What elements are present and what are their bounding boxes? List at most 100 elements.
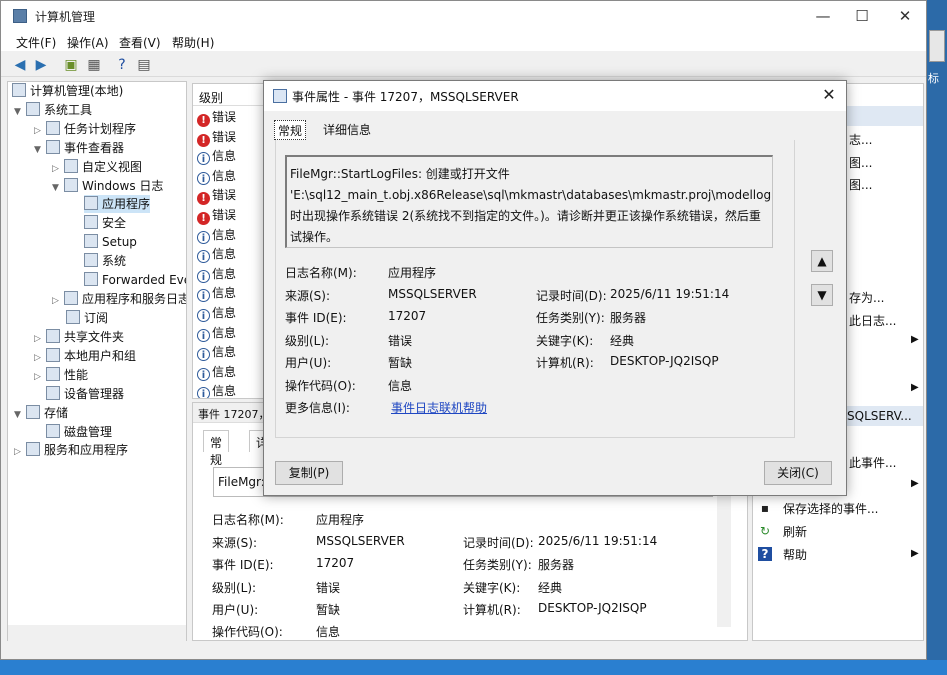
back-arrow-icon[interactable]: ◀ [11, 56, 29, 74]
next-event-button[interactable]: ▼ [811, 284, 833, 306]
action-clear-log[interactable]: 此日志... [849, 312, 896, 329]
console-tree-icon[interactable]: ▦ [85, 56, 103, 74]
event-message-text[interactable]: FileMgr::StartLogFiles: 创建或打开文件 'E:\sql1… [285, 155, 773, 248]
tree-storage[interactable]: ▼ 存储 [14, 404, 68, 422]
action-event-props[interactable]: 此事件... [849, 454, 896, 471]
action-item-3[interactable]: 图... [849, 176, 872, 193]
task-category-value: 服务器 [610, 311, 647, 325]
action-refresh[interactable]: 刷新 [783, 523, 807, 540]
tree-custom-views[interactable]: ▷ 自定义视图 [52, 158, 142, 176]
event-row[interactable]: i 信息 [197, 167, 236, 186]
dialog-close-icon[interactable]: ✕ [816, 85, 842, 104]
performance-icon [46, 367, 60, 381]
tree-system-log[interactable]: 系统 [84, 252, 126, 270]
event-row[interactable]: i 信息 [197, 304, 236, 323]
tree-root[interactable]: 计算机管理(本地) [12, 82, 123, 100]
tree-forwarded-events[interactable]: Forwarded Eve [84, 271, 186, 289]
event-row[interactable]: i 信息 [197, 147, 236, 166]
chevron-right-icon[interactable]: ▷ [52, 292, 64, 310]
event-row[interactable]: ! 错误 [197, 206, 236, 225]
action-help[interactable]: 帮助 [783, 546, 807, 563]
tree-performance[interactable]: ▷ 性能 [34, 366, 88, 384]
chevron-right-icon[interactable]: ▷ [34, 349, 46, 367]
action-pane-icon[interactable]: ▤ [135, 56, 153, 74]
tree-services-apps[interactable]: ▷ 服务和应用程序 [14, 441, 128, 459]
tree-subscriptions[interactable]: 订阅 [66, 309, 108, 327]
event-row[interactable]: ! 错误 [197, 186, 236, 206]
event-row[interactable]: i 信息 [197, 265, 236, 284]
chevron-down-icon[interactable]: ▼ [14, 103, 26, 121]
chevron-right-icon[interactable]: ▷ [34, 368, 46, 386]
menu-action[interactable]: 操作(A) [67, 34, 109, 51]
chevron-right-icon[interactable]: ▷ [14, 443, 26, 461]
action-save-as[interactable]: 存为... [849, 289, 884, 306]
tree-app-service-logs[interactable]: ▷ 应用程序和服务日志 [52, 290, 186, 310]
chevron-right-icon[interactable]: ▷ [34, 122, 46, 140]
tree-application-log[interactable]: 应用程序 [84, 195, 151, 213]
user-label: 用户(U): [285, 356, 332, 370]
maximize-button[interactable]: ☐ [842, 5, 882, 27]
dialog-tab-general[interactable]: 常规 [274, 120, 307, 140]
event-row[interactable]: i 信息 [197, 226, 236, 245]
log-icon [84, 272, 98, 286]
menu-file[interactable]: 文件(F) [16, 34, 56, 51]
dialog-tab-details[interactable]: 详细信息 [320, 120, 374, 140]
clock-icon [46, 121, 60, 135]
dialog-close-button[interactable]: 关闭(C) [764, 461, 832, 485]
desktop-file-icon[interactable] [929, 30, 945, 62]
chevron-right-icon[interactable]: ▶ [911, 382, 919, 393]
event-row[interactable]: ! 错误 [197, 108, 236, 127]
chevron-down-icon[interactable]: ▼ [14, 406, 26, 424]
event-row[interactable]: i 信息 [197, 284, 236, 303]
tree-task-scheduler[interactable]: ▷ 任务计划程序 [34, 120, 136, 138]
toolbar: ◀ ▶ ▣ ▦ ? ▤ [1, 53, 926, 77]
preview-source-label: 来源(S): [212, 536, 258, 550]
chevron-down-icon[interactable]: ▼ [34, 141, 46, 159]
tree-setup-log[interactable]: Setup [84, 233, 137, 251]
chevron-right-icon[interactable]: ▷ [52, 160, 64, 178]
event-row[interactable]: i 信息 [197, 343, 236, 362]
chevron-down-icon[interactable]: ▼ [52, 179, 64, 197]
event-row[interactable]: i 信息 [197, 382, 236, 398]
close-button[interactable]: ✕ [885, 5, 925, 27]
menu-bar: 文件(F) 操作(A) 查看(V) 帮助(H) [1, 31, 926, 51]
action-item-2[interactable]: 图... [849, 154, 872, 171]
event-row[interactable]: i 信息 [197, 363, 236, 382]
error-icon: ! [197, 133, 210, 147]
tree-security-log[interactable]: 安全 [84, 214, 126, 232]
forward-arrow-icon[interactable]: ▶ [32, 56, 50, 74]
tree-system-tools[interactable]: ▼ 系统工具 [14, 101, 92, 119]
tree-windows-logs[interactable]: ▼ Windows 日志 [52, 177, 163, 195]
chevron-right-icon[interactable]: ▶ [911, 548, 919, 559]
info-icon: i [197, 230, 210, 244]
copy-button[interactable]: 复制(P) [275, 461, 343, 485]
tree-event-viewer[interactable]: ▼ 事件查看器 [34, 139, 124, 157]
info-icon: i [197, 269, 210, 283]
tree-local-users[interactable]: ▷ 本地用户和组 [34, 347, 136, 365]
tab-general[interactable]: 常规 [203, 430, 230, 467]
menu-help[interactable]: 帮助(H) [172, 34, 214, 51]
event-row[interactable]: i 信息 [197, 324, 236, 343]
tree-horizontal-scrollbar[interactable] [8, 625, 186, 641]
menu-view[interactable]: 查看(V) [119, 34, 161, 51]
tree-device-manager[interactable]: 设备管理器 [46, 385, 124, 403]
minimize-button[interactable]: — [803, 5, 843, 27]
chevron-right-icon[interactable]: ▶ [911, 478, 919, 489]
tree-shared-folders[interactable]: ▷ 共享文件夹 [34, 328, 124, 346]
action-save-selected[interactable]: 保存选择的事件... [783, 500, 878, 517]
previous-event-button[interactable]: ▲ [811, 250, 833, 272]
log-name-label: 日志名称(M): [285, 266, 357, 280]
tree-disk-management[interactable]: 磁盘管理 [46, 423, 112, 441]
event-row[interactable]: ! 错误 [197, 128, 236, 147]
event-row[interactable]: i 信息 [197, 245, 236, 264]
folder-icon [64, 159, 78, 173]
online-help-link[interactable]: 事件日志联机帮助 [391, 399, 487, 416]
column-header-level[interactable]: 级别 [193, 84, 265, 106]
up-folder-icon[interactable]: ▣ [62, 56, 80, 74]
chevron-right-icon[interactable]: ▶ [911, 334, 919, 345]
disk-icon [46, 424, 60, 438]
help-icon[interactable]: ? [113, 56, 131, 74]
action-item-1[interactable]: 志... [849, 131, 872, 148]
error-icon: ! [197, 114, 210, 127]
chevron-right-icon[interactable]: ▷ [34, 330, 46, 348]
